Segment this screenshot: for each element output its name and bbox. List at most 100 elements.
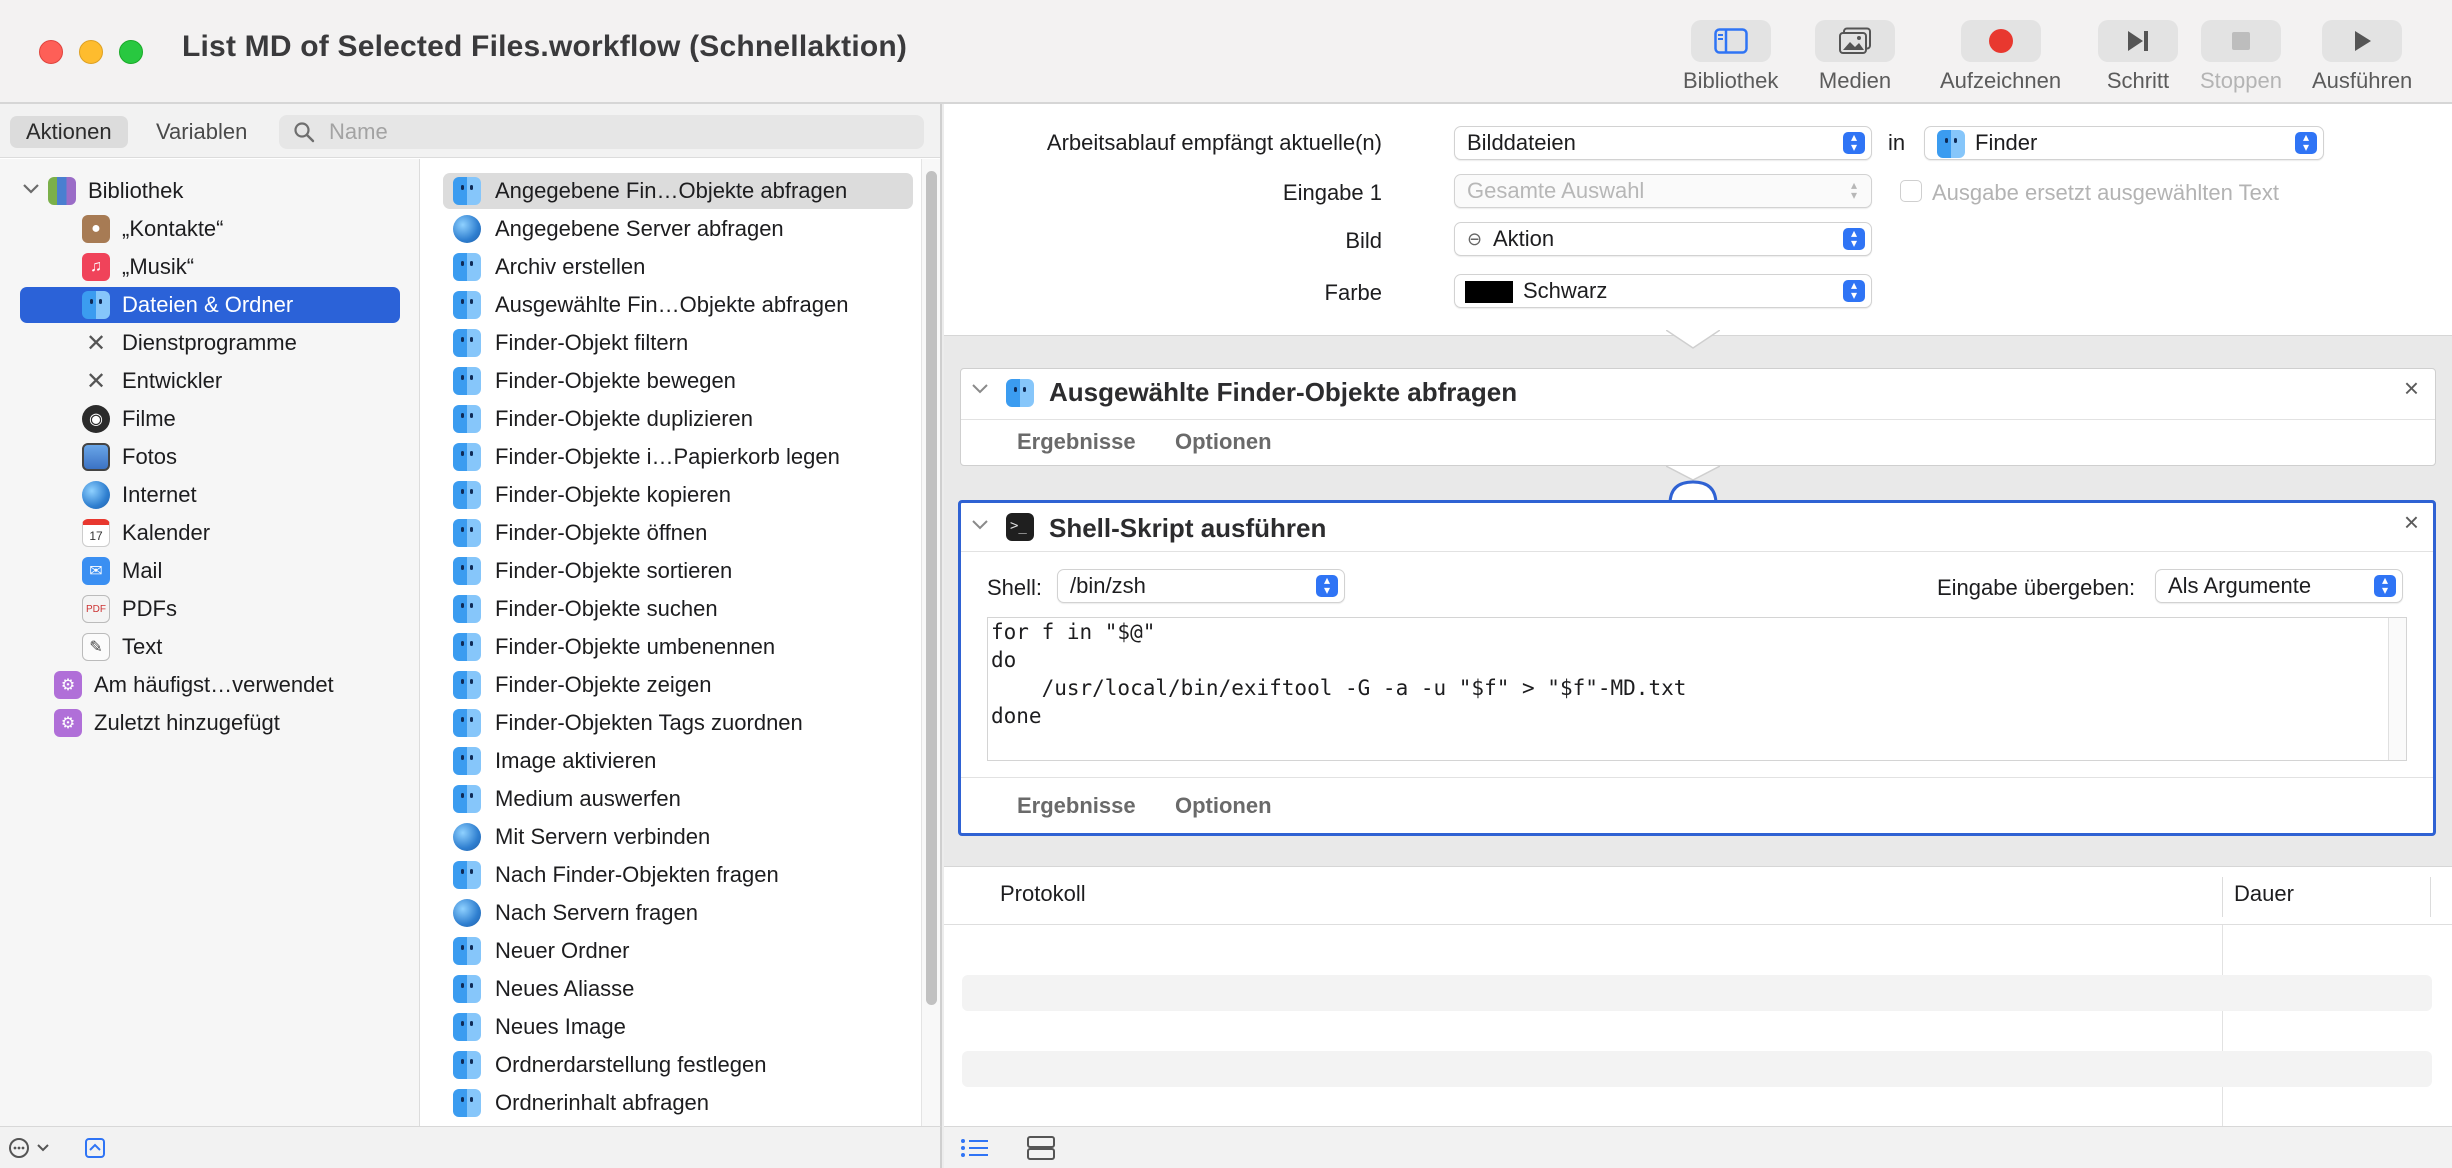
action-item[interactable]: Mit Servern verbinden xyxy=(443,819,913,855)
input-popup[interactable]: Gesamte Auswahl ▴ ▾ xyxy=(1454,174,1872,208)
run-button[interactable]: Ausführen xyxy=(2312,20,2412,94)
tree-item-text[interactable]: ✎ Text xyxy=(20,629,400,665)
action-item[interactable]: Neuer Ordner xyxy=(443,933,913,969)
tree-item-developer[interactable]: ✕ Entwickler xyxy=(20,363,400,399)
collapse-chevron-icon[interactable] xyxy=(971,379,989,400)
action-item-label: Finder-Objekten Tags zuordnen xyxy=(495,710,803,735)
tree-item-label: Entwickler xyxy=(122,368,223,393)
smart-folder-icon: ⚙ xyxy=(54,709,82,737)
action-item[interactable]: Neues Image xyxy=(443,1009,913,1045)
tree-item-calendar[interactable]: 17 Kalender xyxy=(20,515,400,551)
library-button[interactable]: Bibliothek xyxy=(1683,20,1778,94)
action-item[interactable]: Image aktivieren xyxy=(443,743,913,779)
tab-options[interactable]: Optionen xyxy=(1175,793,1272,819)
action-item[interactable]: Ordnerdarstellung festlegen xyxy=(443,1047,913,1083)
action-item[interactable]: Nach Servern fragen xyxy=(443,895,913,931)
tab-options[interactable]: Optionen xyxy=(1175,429,1272,455)
action-item[interactable]: Ordnerinhalt abfragen xyxy=(443,1085,913,1121)
tree-item-files-folders[interactable]: Dateien & Ordner xyxy=(20,287,400,323)
close-icon[interactable]: × xyxy=(2404,373,2419,404)
finder-icon xyxy=(453,937,481,965)
log-column-protocol[interactable]: Protokoll xyxy=(1000,881,1086,907)
action-card-get-selected-finder-items[interactable]: Ausgewählte Finder-Objekte abfragen × Er… xyxy=(960,368,2436,466)
replaces-selected-text-checkbox[interactable] xyxy=(1900,180,1922,202)
color-popup[interactable]: Schwarz ▴ ▾ xyxy=(1454,274,1872,308)
action-item[interactable]: Finder-Objekte duplizieren xyxy=(443,401,913,437)
split-view-icon[interactable] xyxy=(1026,1135,1056,1166)
action-item[interactable]: Finder-Objekt filtern xyxy=(443,325,913,361)
shell-popup[interactable]: /bin/zsh ▴ ▾ xyxy=(1057,569,1345,603)
pass-input-label: Eingabe übergeben: xyxy=(1937,575,2136,600)
action-item[interactable]: Finder-Objekte bewegen xyxy=(443,363,913,399)
action-item[interactable]: Archiv erstellen xyxy=(443,249,913,285)
action-item[interactable]: Angegebene Fin…Objekte abfragen xyxy=(443,173,913,209)
action-item[interactable]: Finder-Objekte öffnen xyxy=(443,515,913,551)
action-item[interactable]: Neues Aliasse xyxy=(443,971,913,1007)
record-button[interactable]: Aufzeichnen xyxy=(1940,20,2061,94)
library-search-field[interactable]: Name xyxy=(279,115,924,149)
application-popup[interactable]: Finder ▴ ▾ xyxy=(1924,126,2324,160)
collapse-chevron-icon[interactable] xyxy=(971,515,989,536)
actions-scrollbar[interactable] xyxy=(921,159,940,1126)
tree-item-most-used[interactable]: ⚙ Am häufigst…verwendet xyxy=(20,667,400,703)
tree-item-internet[interactable]: Internet xyxy=(20,477,400,513)
disclosure-chevron-icon[interactable] xyxy=(22,182,48,200)
action-item[interactable]: Angegebene Server abfragen xyxy=(443,211,913,247)
stop-button[interactable]: Stoppen xyxy=(2200,20,2282,94)
action-item[interactable]: Nach Finder-Objekten fragen xyxy=(443,857,913,893)
close-icon[interactable]: × xyxy=(2404,507,2419,538)
action-item[interactable]: Finder-Objekte zeigen xyxy=(443,667,913,703)
action-card-run-shell-script[interactable]: >_ Shell-Skript ausführen × Shell: /bin/… xyxy=(958,500,2436,836)
script-editor-scrollbar[interactable] xyxy=(2388,618,2406,760)
action-menu-icon[interactable] xyxy=(8,1136,54,1165)
media-button[interactable]: Medien xyxy=(1815,20,1895,94)
action-item[interactable]: Finder-Objekten Tags zuordnen xyxy=(443,705,913,741)
actions-scroll-thumb[interactable] xyxy=(926,171,937,1005)
popup-arrows-icon: ▴ ▾ xyxy=(1843,131,1865,154)
tree-item-utilities[interactable]: ✕ Dienstprogramme xyxy=(20,325,400,361)
log-column-duration[interactable]: Dauer xyxy=(2234,881,2294,907)
receives-popup[interactable]: Bilddateien ▴ ▾ xyxy=(1454,126,1872,160)
title-bar: List MD of Selected Files.workflow (Schn… xyxy=(0,0,2452,104)
pass-input-popup[interactable]: Als Argumente ▴ ▾ xyxy=(2155,569,2403,603)
action-item[interactable]: Finder-Objekte i…Papierkorb legen xyxy=(443,439,913,475)
tree-item-mail[interactable]: ✉ Mail xyxy=(20,553,400,589)
show-description-icon[interactable] xyxy=(84,1137,106,1164)
action-item[interactable]: Finder-Objekte kopieren xyxy=(443,477,913,513)
step-button[interactable]: Schritt xyxy=(2098,20,2178,94)
log-column-divider xyxy=(2222,877,2223,917)
tree-item-photos[interactable]: Fotos xyxy=(20,439,400,475)
action-item[interactable]: Ausgewählte Fin…Objekte abfragen xyxy=(443,287,913,323)
log-row xyxy=(962,975,2432,1011)
action-item[interactable]: Finder-Objekte sortieren xyxy=(443,553,913,589)
library-button-label: Bibliothek xyxy=(1683,68,1779,93)
finder-icon xyxy=(453,1013,481,1041)
library-tabs-row: Aktionen Variablen Name xyxy=(0,104,940,158)
tab-variables[interactable]: Variablen xyxy=(140,116,263,148)
image-popup[interactable]: ⊖ Aktion ▴ ▾ xyxy=(1454,222,1872,256)
tree-root-library[interactable]: Bibliothek xyxy=(22,173,402,209)
tree-item-movies[interactable]: ◉ Filme xyxy=(20,401,400,437)
minimize-window-button[interactable] xyxy=(79,40,103,64)
tab-actions[interactable]: Aktionen xyxy=(10,116,128,148)
tree-item-music[interactable]: ♫ „Musik“ xyxy=(20,249,400,285)
list-view-icon[interactable] xyxy=(960,1137,990,1164)
tree-item-recently-added[interactable]: ⚙ Zuletzt hinzugefügt xyxy=(20,705,400,741)
zoom-window-button[interactable] xyxy=(119,40,143,64)
action-item-label: Ordnerinhalt abfragen xyxy=(495,1090,710,1115)
tree-item-contacts[interactable]: ● „Kontakte“ xyxy=(20,211,400,247)
action-item[interactable]: Medium auswerfen xyxy=(443,781,913,817)
actions-list: Angegebene Fin…Objekte abfragen Angegebe… xyxy=(421,159,921,1126)
log-panel: Protokoll Dauer xyxy=(944,866,2452,1127)
log-header: Protokoll Dauer xyxy=(944,867,2452,925)
finder-icon xyxy=(453,367,481,395)
script-editor[interactable]: for f in "$@" do /usr/local/bin/exiftool… xyxy=(987,617,2407,761)
tree-item-label: Kalender xyxy=(122,520,211,545)
close-window-button[interactable] xyxy=(39,40,63,64)
action-item[interactable]: Finder-Objekte suchen xyxy=(443,591,913,627)
tree-item-pdfs[interactable]: PDF PDFs xyxy=(20,591,400,627)
tab-results[interactable]: Ergebnisse xyxy=(1017,429,1136,455)
action-item[interactable]: Finder-Objekte umbenennen xyxy=(443,629,913,665)
action-separator xyxy=(961,777,2433,778)
tab-results[interactable]: Ergebnisse xyxy=(1017,793,1136,819)
